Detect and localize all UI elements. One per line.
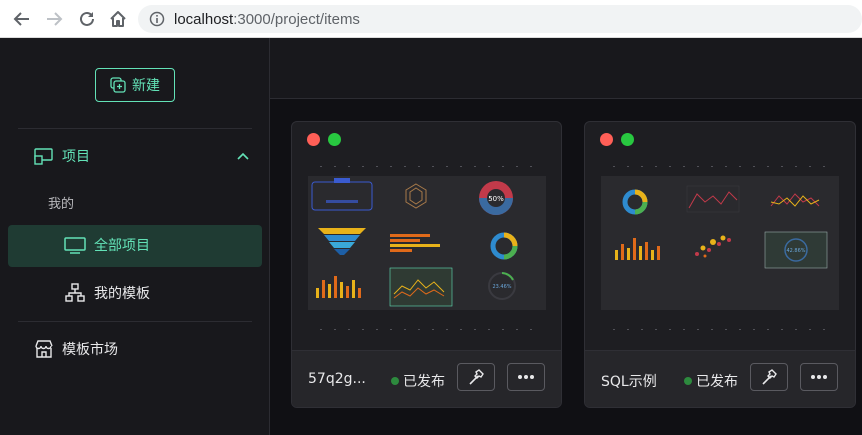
top-bar [270,38,862,99]
project-thumbnail[interactable]: 42.86% [601,176,839,310]
hammer-icon [469,369,484,385]
dot-grid [314,329,540,330]
window-dots [307,133,341,146]
monitor-icon [64,237,86,254]
status-badge: 已发布 [391,371,445,391]
dashboard-preview: 50% 23.46% [311,178,518,307]
project-card[interactable]: 42.86% SQL示例 已发布 [584,121,856,408]
project-icon [34,148,53,165]
menu-item-project[interactable]: 项目 [34,146,90,166]
browser-toolbar: localhost:3000/project/items [0,0,862,38]
chevron-up-icon[interactable] [237,152,249,160]
edit-button[interactable] [750,363,788,391]
menu-item-my-templates[interactable]: 我的模板 [64,283,150,303]
divider [18,321,252,322]
status-label: 已发布 [403,374,445,390]
dot-grid [314,166,540,167]
address-bar[interactable]: localhost:3000/project/items [138,5,862,33]
more-button[interactable] [800,363,838,391]
status-dot-icon [391,377,399,385]
status-badge: 已发布 [684,371,738,391]
expand-dot-icon[interactable] [621,133,634,146]
template-icon [65,283,85,302]
close-dot-icon[interactable] [307,133,320,146]
menu-item-template-market-label: 模板市场 [62,342,118,358]
add-square-icon [110,77,126,93]
ring-label: 23.46% [492,284,511,290]
sidebar: 新建 项目 我的 全部项目 我的模板 模板市场 [0,38,270,435]
status-label: 已发布 [696,374,738,390]
home-icon[interactable] [108,9,128,29]
menu-item-project-label: 项目 [62,149,90,165]
card-footer: SQL示例 已发布 [585,350,855,407]
hammer-icon [762,369,777,385]
more-button[interactable] [507,363,545,391]
more-icon [518,375,534,379]
new-button[interactable]: 新建 [95,68,175,102]
menu-group-mine: 我的 [48,193,74,212]
url-text: localhost:3000/project/items [174,10,360,28]
new-button-label: 新建 [132,78,160,94]
project-title[interactable]: 57q2g... [308,371,366,387]
edit-button[interactable] [457,363,495,391]
divider [18,128,252,129]
window-dots [600,133,634,146]
dot-grid [607,329,833,330]
menu-item-all-projects-label: 全部项目 [94,238,150,254]
project-card[interactable]: 50% 23.46% 57q2g... 已发布 [291,121,562,408]
menu-group-mine-label: 我的 [48,197,75,212]
project-title[interactable]: SQL示例 [601,371,657,391]
expand-dot-icon[interactable] [328,133,341,146]
donut-label: 50% [488,195,504,203]
reload-icon[interactable] [77,9,97,29]
more-icon [811,375,827,379]
store-icon [35,340,53,358]
info-icon[interactable] [149,11,165,27]
dot-grid [607,166,833,167]
dashboard-preview: 42.86% [615,185,828,269]
close-dot-icon[interactable] [600,133,613,146]
menu-item-all-projects[interactable]: 全部项目 [64,235,150,255]
back-icon[interactable] [12,9,32,29]
forward-icon[interactable] [44,9,64,29]
project-thumbnail[interactable]: 50% 23.46% [308,176,546,310]
card-footer: 57q2g... 已发布 [292,350,561,407]
menu-item-my-templates-label: 我的模板 [94,286,150,302]
ring-label: 42.86% [786,248,805,254]
status-dot-icon [684,377,692,385]
menu-item-template-market[interactable]: 模板市场 [34,339,118,359]
